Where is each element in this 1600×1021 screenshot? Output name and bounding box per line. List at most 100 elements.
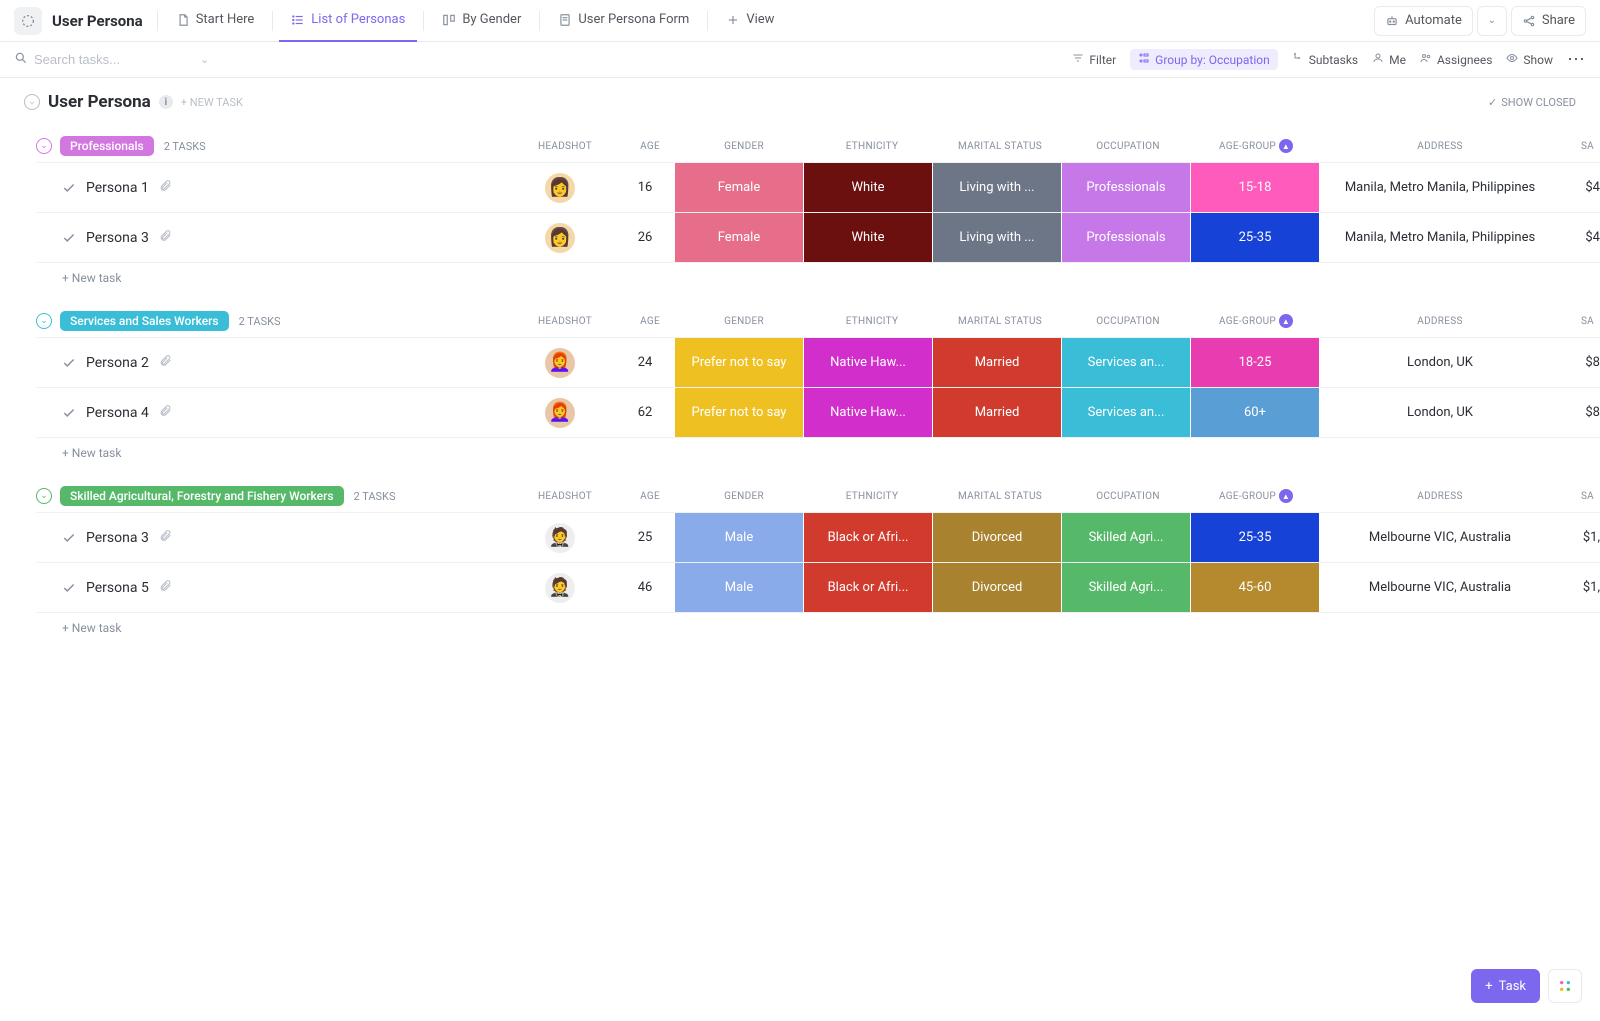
task-row[interactable]: Persona 5 🤵 46 Male Black or Afri... Div… [36, 563, 1600, 613]
cell-marital[interactable]: Married [933, 338, 1061, 387]
tab-list-personas[interactable]: List of Personas [279, 0, 417, 42]
new-task-fab[interactable]: + Task [1471, 969, 1540, 1003]
cell-salary[interactable]: $1, [1560, 513, 1600, 562]
cell-ethnicity[interactable]: White [804, 213, 932, 262]
col-marital[interactable]: MARITAL STATUS [936, 489, 1064, 503]
cell-age[interactable]: 24 [615, 338, 675, 387]
cell-gender[interactable]: Male [675, 563, 803, 612]
cell-gender[interactable]: Female [675, 163, 803, 212]
info-icon[interactable]: i [159, 95, 173, 109]
cell-headshot[interactable]: 👩 [505, 163, 615, 212]
col-headshot[interactable]: HEADSHOT [510, 139, 620, 153]
task-row[interactable]: Persona 3 👩 26 Female White Living with … [36, 213, 1600, 263]
attachment-icon[interactable] [159, 529, 172, 546]
show-button[interactable]: Show [1506, 52, 1553, 67]
cell-marital[interactable]: Living with ... [933, 213, 1061, 262]
cell-ethnicity[interactable]: Native Haw... [804, 388, 932, 437]
assignees-button[interactable]: Assignees [1420, 52, 1492, 67]
cell-marital[interactable]: Divorced [933, 563, 1061, 612]
cell-occupation[interactable]: Skilled Agri... [1062, 563, 1190, 612]
group-tag[interactable]: Skilled Agricultural, Forestry and Fishe… [60, 486, 344, 506]
task-row[interactable]: Persona 3 🤵 25 Male Black or Afri... Div… [36, 513, 1600, 563]
cell-ethnicity[interactable]: Black or Afri... [804, 513, 932, 562]
tab-by-gender[interactable]: By Gender [430, 0, 533, 42]
col-address[interactable]: ADDRESS [1320, 139, 1560, 153]
cell-headshot[interactable]: 🤵 [505, 513, 615, 562]
cell-age[interactable]: 46 [615, 563, 675, 612]
cell-agegroup[interactable]: 60+ [1191, 388, 1319, 437]
filter-button[interactable]: Filter [1072, 52, 1116, 67]
col-salary[interactable]: SA [1560, 489, 1600, 503]
status-check-icon[interactable] [62, 581, 76, 595]
cell-headshot[interactable]: 👩‍🦰 [505, 338, 615, 387]
cell-marital[interactable]: Married [933, 388, 1061, 437]
cell-agegroup[interactable]: 25-35 [1191, 513, 1319, 562]
attachment-icon[interactable] [159, 579, 172, 596]
cell-headshot[interactable]: 👩 [505, 213, 615, 262]
cell-headshot[interactable]: 🤵 [505, 563, 615, 612]
cell-agegroup[interactable]: 25-35 [1191, 213, 1319, 262]
search-input[interactable] [34, 52, 194, 67]
cell-address[interactable]: London, UK [1320, 388, 1560, 437]
col-ethnicity[interactable]: ETHNICITY [808, 489, 936, 503]
cell-ethnicity[interactable]: Black or Afri... [804, 563, 932, 612]
cell-occupation[interactable]: Services an... [1062, 338, 1190, 387]
group-collapse-toggle[interactable]: ⌄ [36, 138, 52, 154]
cell-age[interactable]: 26 [615, 213, 675, 262]
apps-fab[interactable] [1548, 969, 1582, 1003]
cell-salary[interactable]: $8 [1560, 338, 1600, 387]
attachment-icon[interactable] [159, 404, 172, 421]
task-row[interactable]: Persona 2 👩‍🦰 24 Prefer not to say Nativ… [36, 338, 1600, 388]
task-row[interactable]: Persona 1 👩 16 Female White Living with … [36, 163, 1600, 213]
cell-address[interactable]: Manila, Metro Manila, Philippines [1320, 163, 1560, 212]
cell-marital[interactable]: Living with ... [933, 163, 1061, 212]
cell-address[interactable]: London, UK [1320, 338, 1560, 387]
col-age[interactable]: AGE [620, 139, 680, 153]
tab-start-here[interactable]: Start Here [164, 0, 267, 42]
cell-age[interactable]: 25 [615, 513, 675, 562]
cell-agegroup[interactable]: 45-60 [1191, 563, 1319, 612]
cell-ethnicity[interactable]: Native Haw... [804, 338, 932, 387]
col-age[interactable]: AGE [620, 489, 680, 503]
automate-dropdown[interactable]: ⌄ [1477, 6, 1507, 36]
me-button[interactable]: Me [1372, 52, 1406, 67]
show-closed-toggle[interactable]: ✓ SHOW CLOSED [1488, 96, 1576, 109]
workspace-title[interactable]: User Persona [52, 12, 143, 30]
col-headshot[interactable]: HEADSHOT [510, 314, 620, 328]
col-address[interactable]: ADDRESS [1320, 489, 1560, 503]
cell-agegroup[interactable]: 15-18 [1191, 163, 1319, 212]
status-check-icon[interactable] [62, 356, 76, 370]
col-ethnicity[interactable]: ETHNICITY [808, 139, 936, 153]
cell-age[interactable]: 62 [615, 388, 675, 437]
cell-salary[interactable]: $1, [1560, 563, 1600, 612]
cell-agegroup[interactable]: 18-25 [1191, 338, 1319, 387]
col-salary[interactable]: SA [1560, 314, 1600, 328]
cell-age[interactable]: 16 [615, 163, 675, 212]
cell-salary[interactable]: $8 [1560, 388, 1600, 437]
col-gender[interactable]: GENDER [680, 139, 808, 153]
col-age[interactable]: AGE [620, 314, 680, 328]
group-tag[interactable]: Professionals [60, 136, 154, 156]
more-menu[interactable]: ⋯ [1567, 49, 1586, 70]
group-new-task[interactable]: + New task [36, 263, 1600, 289]
cell-gender[interactable]: Prefer not to say [675, 388, 803, 437]
col-occupation[interactable]: OCCUPATION [1064, 314, 1192, 328]
tab-form[interactable]: User Persona Form [546, 0, 701, 42]
cell-occupation[interactable]: Skilled Agri... [1062, 513, 1190, 562]
col-marital[interactable]: MARITAL STATUS [936, 139, 1064, 153]
subtasks-button[interactable]: Subtasks [1292, 52, 1358, 67]
workspace-icon[interactable] [14, 7, 42, 35]
status-check-icon[interactable] [62, 181, 76, 195]
group-collapse-toggle[interactable]: ⌄ [36, 313, 52, 329]
cell-salary[interactable]: $4 [1560, 163, 1600, 212]
col-ethnicity[interactable]: ETHNICITY [808, 314, 936, 328]
cell-address[interactable]: Manila, Metro Manila, Philippines [1320, 213, 1560, 262]
col-agegroup[interactable]: AGE-GROUP▲ [1192, 489, 1320, 503]
attachment-icon[interactable] [159, 179, 172, 196]
cell-occupation[interactable]: Professionals [1062, 213, 1190, 262]
cell-salary[interactable]: $4 [1560, 213, 1600, 262]
col-salary[interactable]: SA [1560, 139, 1600, 153]
attachment-icon[interactable] [159, 229, 172, 246]
group-tag[interactable]: Services and Sales Workers [60, 311, 229, 331]
tab-add-view[interactable]: View [714, 0, 786, 42]
